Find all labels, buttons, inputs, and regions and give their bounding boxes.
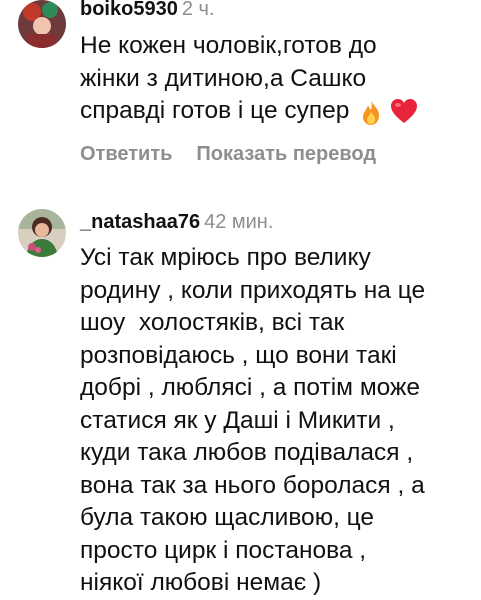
avatar-image	[18, 0, 66, 48]
comment-line: ніякої любові немає )	[80, 569, 322, 596]
comment-actions: Ответить Показать перевод	[80, 142, 376, 166]
reply-button[interactable]: Ответить	[80, 143, 172, 165]
comment-line: справді готов і це супер	[80, 95, 472, 128]
avatar-image	[18, 209, 66, 257]
avatar[interactable]	[18, 0, 66, 48]
timestamp: 2 ч.	[181, 0, 215, 20]
comment-line: просто цирк і постанова ,	[80, 536, 367, 564]
comment-item: boiko5930 2 ч. Не кожен чоловік,готов до …	[0, 0, 481, 180]
timestamp: 42 мин.	[204, 211, 274, 233]
comment-header: boiko5930 2 ч.	[80, 0, 214, 21]
comment-line: куди така любов подівалася ,	[80, 439, 414, 466]
comment-item: _natashaa76 42 мин. Усі так мріюсь про ве…	[0, 206, 481, 600]
username[interactable]: _natashaa76	[80, 211, 200, 233]
avatar[interactable]	[18, 209, 66, 257]
red-heart-icon	[391, 98, 418, 123]
comment-line: вона так за нього боролася , а	[80, 471, 425, 499]
username[interactable]: boiko5930	[80, 0, 178, 20]
comment-line: розповідаюсь , що вони такі	[80, 341, 397, 369]
comment-header: _natashaa76 42 мин.	[80, 210, 273, 234]
comment-line: Усі так мріюсь про велику	[80, 244, 371, 271]
comment-line: родину , коли приходять на це	[80, 276, 426, 304]
comment-line: статися як у Даші і Микити ,	[80, 406, 395, 434]
comment-text: Не кожен чоловік,готов до жінки з дитино…	[80, 30, 472, 128]
show-translation-button[interactable]: Показать перевод	[196, 143, 376, 165]
fire-icon	[363, 99, 380, 125]
comment-line: жінки з дитиною,а Сашко	[80, 64, 367, 92]
comment-line: шоу холостяків, всі так	[80, 309, 345, 336]
comment-line: була такою щасливою, це	[80, 504, 375, 531]
comment-line: добрі , люблясі , а потім може	[80, 374, 421, 401]
comment-line: Не кожен чоловік,готов до	[80, 32, 377, 59]
comment-text: Усі так мріюсь про велику родину , коли …	[80, 242, 472, 600]
